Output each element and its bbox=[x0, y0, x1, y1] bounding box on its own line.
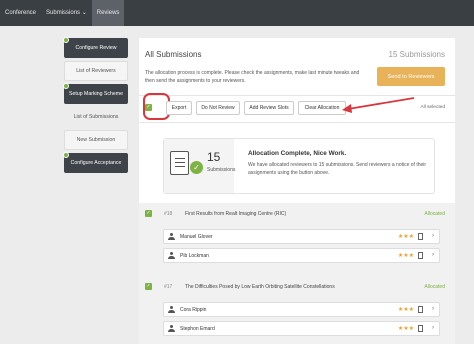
sidebar-item-label: List of Reviewers bbox=[76, 68, 116, 74]
sidebar-item-label: List of Submissions bbox=[73, 114, 119, 120]
allocation-complete-panel: ✓ 15 Submissions Allocation Complete, Ni… bbox=[163, 138, 435, 194]
reviewer-row[interactable]: Manuel Glover ★★★ › bbox=[163, 229, 440, 244]
submission-title: The Difficulties Posed by Low Earth Orbi… bbox=[185, 284, 335, 290]
nav-conference[interactable]: Conference bbox=[0, 0, 41, 26]
complete-dot-icon bbox=[63, 37, 69, 43]
nav-reviews[interactable]: Reviews bbox=[91, 0, 125, 26]
submission-number: #17 bbox=[164, 284, 173, 290]
allocation-summary: ✓ 15 Submissions bbox=[164, 139, 236, 193]
sidebar-item-list-of-reviewers[interactable]: List of Reviewers bbox=[64, 61, 128, 81]
reviewer-name: Stephon Emard bbox=[180, 326, 215, 332]
document-icon[interactable] bbox=[418, 325, 423, 332]
sidebar-item-label: Configure Review bbox=[75, 45, 117, 51]
reviewer-rating: ★★★ bbox=[397, 234, 414, 240]
submission-header[interactable]: ✓ #18 First Results from Realt Imaging C… bbox=[145, 209, 445, 219]
allocated-count: 15 bbox=[207, 150, 221, 164]
reviewer-rating: ★★★ bbox=[397, 326, 414, 332]
chevron-right-icon[interactable]: › bbox=[432, 325, 434, 331]
document-list-icon: ✓ bbox=[170, 151, 203, 175]
complete-dot-icon bbox=[63, 83, 69, 89]
document-icon[interactable] bbox=[418, 306, 423, 313]
annotation-arrow bbox=[342, 97, 415, 113]
complete-dot-icon bbox=[63, 152, 69, 158]
submission-count: 15 Submissions bbox=[388, 50, 445, 59]
allocation-complete-title: Allocation Complete, Nice Work. bbox=[248, 150, 347, 157]
reviewer-row[interactable]: Cora Rippin ★★★ › bbox=[163, 302, 440, 317]
person-icon bbox=[168, 306, 175, 314]
submission-checkbox[interactable]: ✓ bbox=[145, 210, 152, 217]
divider bbox=[139, 122, 455, 123]
sidebar-item-label: Setup Marking Scheme bbox=[69, 91, 123, 97]
sidebar-item-configure-review[interactable]: Configure Review bbox=[63, 37, 128, 58]
reviewer-name: Manuel Glover bbox=[180, 234, 213, 240]
reviewer-name: Pib Lockman bbox=[180, 253, 209, 259]
review-sidebar: Configure Review List of Reviewers Setup… bbox=[63, 37, 128, 176]
person-icon bbox=[168, 325, 175, 333]
check-icon: ✓ bbox=[146, 210, 151, 216]
intro-text: The allocation process is complete. Plea… bbox=[145, 70, 360, 84]
status-badge: Allocated bbox=[424, 284, 445, 290]
document-icon[interactable] bbox=[418, 233, 423, 240]
chevron-right-icon[interactable]: › bbox=[432, 233, 434, 239]
nav-submissions[interactable]: Submissions ⌄ bbox=[41, 0, 92, 26]
status-badge: Allocated bbox=[424, 211, 445, 217]
reviewer-name: Cora Rippin bbox=[180, 307, 207, 313]
sidebar-item-new-submission[interactable]: New Submission bbox=[64, 130, 128, 150]
submission-checkbox[interactable]: ✓ bbox=[145, 283, 152, 290]
person-icon bbox=[168, 252, 175, 260]
top-navigation: Conference Submissions ⌄ Reviews bbox=[0, 0, 474, 26]
allocated-count-label: Submissions bbox=[207, 167, 236, 173]
check-icon: ✓ bbox=[190, 161, 203, 174]
reviewer-row[interactable]: Pib Lockman ★★★ › bbox=[163, 248, 440, 263]
person-icon bbox=[168, 233, 175, 241]
send-to-reviewers-button[interactable]: Send to Reviewers bbox=[377, 67, 445, 86]
sidebar-item-list-of-submissions[interactable]: List of Submissions bbox=[64, 107, 128, 127]
select-all-checkbox[interactable]: ✓ bbox=[145, 104, 152, 111]
clear-allocation-button[interactable]: Clear Allocation bbox=[298, 101, 346, 115]
reviewer-rating: ★★★ bbox=[397, 253, 414, 259]
sidebar-item-label: New Submission bbox=[76, 137, 116, 143]
reviewer-rating: ★★★ bbox=[397, 307, 414, 313]
reviewer-row[interactable]: Stephon Emard ★★★ › bbox=[163, 321, 440, 336]
selection-status: All selected bbox=[420, 105, 445, 110]
chevron-right-icon[interactable]: › bbox=[432, 306, 434, 312]
submission-list: ✓ #18 First Results from Realt Imaging C… bbox=[139, 203, 455, 344]
sidebar-item-label: Configure Acceptance bbox=[70, 160, 122, 166]
submission-title: First Results from Realt Imaging Centre … bbox=[185, 211, 287, 217]
check-icon: ✓ bbox=[146, 283, 151, 289]
allocation-complete-text: We have allocated reviewers to 15 submis… bbox=[248, 162, 427, 176]
submission-number: #18 bbox=[164, 211, 173, 217]
chevron-right-icon[interactable]: › bbox=[432, 252, 434, 258]
submission-header[interactable]: ✓ #17 The Difficulties Posed by Low Eart… bbox=[145, 282, 445, 292]
sidebar-item-setup-marking-scheme[interactable]: Setup Marking Scheme bbox=[63, 83, 128, 104]
main-panel: All Submissions 15 Submissions The alloc… bbox=[139, 38, 455, 344]
do-not-review-button[interactable]: Do Not Review bbox=[196, 101, 240, 115]
add-review-slots-button[interactable]: Add Review Slots bbox=[244, 101, 294, 115]
sidebar-item-configure-acceptance[interactable]: Configure Acceptance bbox=[63, 152, 128, 173]
page-title: All Submissions bbox=[145, 50, 202, 59]
check-icon: ✓ bbox=[146, 104, 151, 110]
document-icon[interactable] bbox=[418, 252, 423, 259]
export-button[interactable]: Export bbox=[166, 101, 192, 115]
